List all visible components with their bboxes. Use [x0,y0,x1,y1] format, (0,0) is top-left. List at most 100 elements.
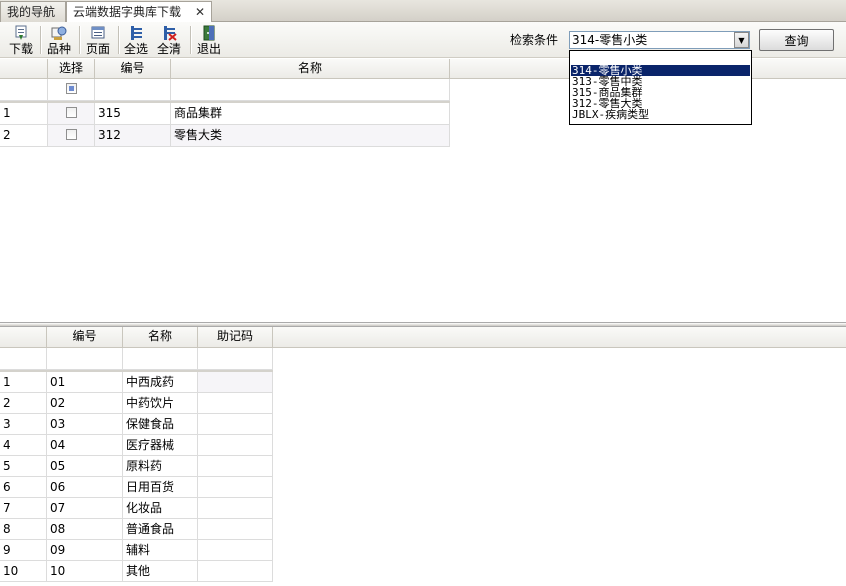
row-number: 2 [0,393,47,414]
toolbar-separator [118,26,120,54]
row-code: 03 [47,414,123,435]
tab-strip: 我的导航 云端数据字典库下载 ✕ [0,0,846,23]
toolbar-separator [40,26,42,54]
exit-button[interactable]: 退出 [194,23,224,56]
row-number: 1 [0,103,48,125]
row-checkbox[interactable] [66,129,77,140]
dropdown-option[interactable]: JBLX-疾病类型 [571,109,750,120]
row-number: 8 [0,519,47,540]
page-label: 页面 [85,42,110,56]
row-number-header [0,327,47,348]
row-number: 9 [0,540,47,561]
page-button[interactable]: 页面 [83,23,113,56]
select-all-checkbox[interactable] [66,83,77,94]
row-mnemonic [198,393,273,414]
row-mnemonic [198,540,273,561]
header-filler [273,327,846,348]
filter-code-input[interactable] [47,348,123,370]
row-select-cell [48,103,95,125]
row-select-cell [48,125,95,147]
row-code: 04 [47,435,123,456]
row-mnemonic [198,477,273,498]
row-mnemonic [198,561,273,582]
exit-label: 退出 [196,42,221,56]
download-label: 下载 [8,42,33,56]
query-button[interactable]: 查询 [759,29,834,51]
row-number: 2 [0,125,48,147]
row-mnemonic [198,372,273,393]
row-code: 09 [47,540,123,561]
toolbar-separator [190,26,192,54]
row-mnemonic [198,456,273,477]
clear-all-label: 全清 [156,42,181,56]
select-all-label: 全选 [123,42,148,56]
variety-button[interactable]: 品种 [44,23,74,56]
column-header-name[interactable]: 名称 [123,327,198,348]
tab-label: 我的导航 [7,5,56,19]
dropdown-option[interactable]: 314-零售小类 [571,65,750,76]
item-grid: 编号 名称 助记码 1 01 中西成药 2 02 中药饮片 3 03 保健食品 … [0,327,846,586]
dropdown-option[interactable]: 312-零售大类 [571,98,750,109]
row-number: 10 [0,561,47,582]
row-mnemonic [198,414,273,435]
select-all-button[interactable]: 全选 [122,23,150,56]
filter-code-input[interactable] [95,79,171,101]
column-header-select[interactable]: 选择 [48,59,95,79]
row-name: 医疗器械 [123,435,198,456]
clear-all-button[interactable]: 全清 [155,23,183,56]
column-header-name[interactable]: 名称 [171,59,450,79]
search-condition-select[interactable]: 314-零售小类 ▼ [569,31,750,49]
row-name: 保健食品 [123,414,198,435]
toolbar-separator [79,26,81,54]
tab-my-navigation[interactable]: 我的导航 [0,1,66,22]
filter-name-input[interactable] [171,79,450,101]
row-mnemonic [198,519,273,540]
row-mnemonic [198,498,273,519]
row-name: 日用百货 [123,477,198,498]
dropdown-option[interactable]: 313-零售中类 [571,76,750,87]
exit-icon [203,25,215,41]
tab-cloud-dictionary-download[interactable]: 云端数据字典库下载 ✕ [66,1,212,23]
select-all-icon [131,26,142,40]
row-code: 312 [95,125,171,147]
tab-label: 云端数据字典库下载 [73,5,182,19]
row-number: 6 [0,477,47,498]
column-header-mnemonic[interactable]: 助记码 [198,327,273,348]
filter-row-number [0,348,47,370]
close-icon[interactable]: ✕ [195,2,205,22]
row-name: 中西成药 [123,372,198,393]
row-name: 原料药 [123,456,198,477]
row-code: 10 [47,561,123,582]
filter-mnemonic-input[interactable] [198,348,273,370]
row-code: 02 [47,393,123,414]
chevron-down-icon[interactable]: ▼ [734,32,749,48]
row-checkbox[interactable] [66,107,77,118]
row-code: 07 [47,498,123,519]
dropdown-option[interactable]: 315-商品集群 [571,87,750,98]
page-icon [91,26,105,39]
row-name: 化妆品 [123,498,198,519]
column-header-code[interactable]: 编号 [95,59,171,79]
select-all-checkbox-cell [48,79,95,101]
row-code: 01 [47,372,123,393]
row-name: 中药饮片 [123,393,198,414]
row-name: 商品集群 [171,103,450,125]
row-mnemonic [198,435,273,456]
download-icon [15,25,27,40]
download-button[interactable]: 下载 [6,23,36,56]
row-number-header [0,59,48,79]
search-condition-dropdown: 314-零售小类 313-零售中类 315-商品集群 312-零售大类 JBLX… [569,50,752,125]
filter-row-number [0,79,48,101]
search-condition-label: 检索条件 [510,33,559,47]
column-header-code[interactable]: 编号 [47,327,123,348]
filter-name-input[interactable] [123,348,198,370]
row-name: 零售大类 [171,125,450,147]
row-name: 辅料 [123,540,198,561]
clear-all-icon [164,26,177,41]
row-number: 3 [0,414,47,435]
row-code: 315 [95,103,171,125]
row-code: 06 [47,477,123,498]
row-number: 1 [0,372,47,393]
row-number: 7 [0,498,47,519]
variety-icon [51,26,67,40]
